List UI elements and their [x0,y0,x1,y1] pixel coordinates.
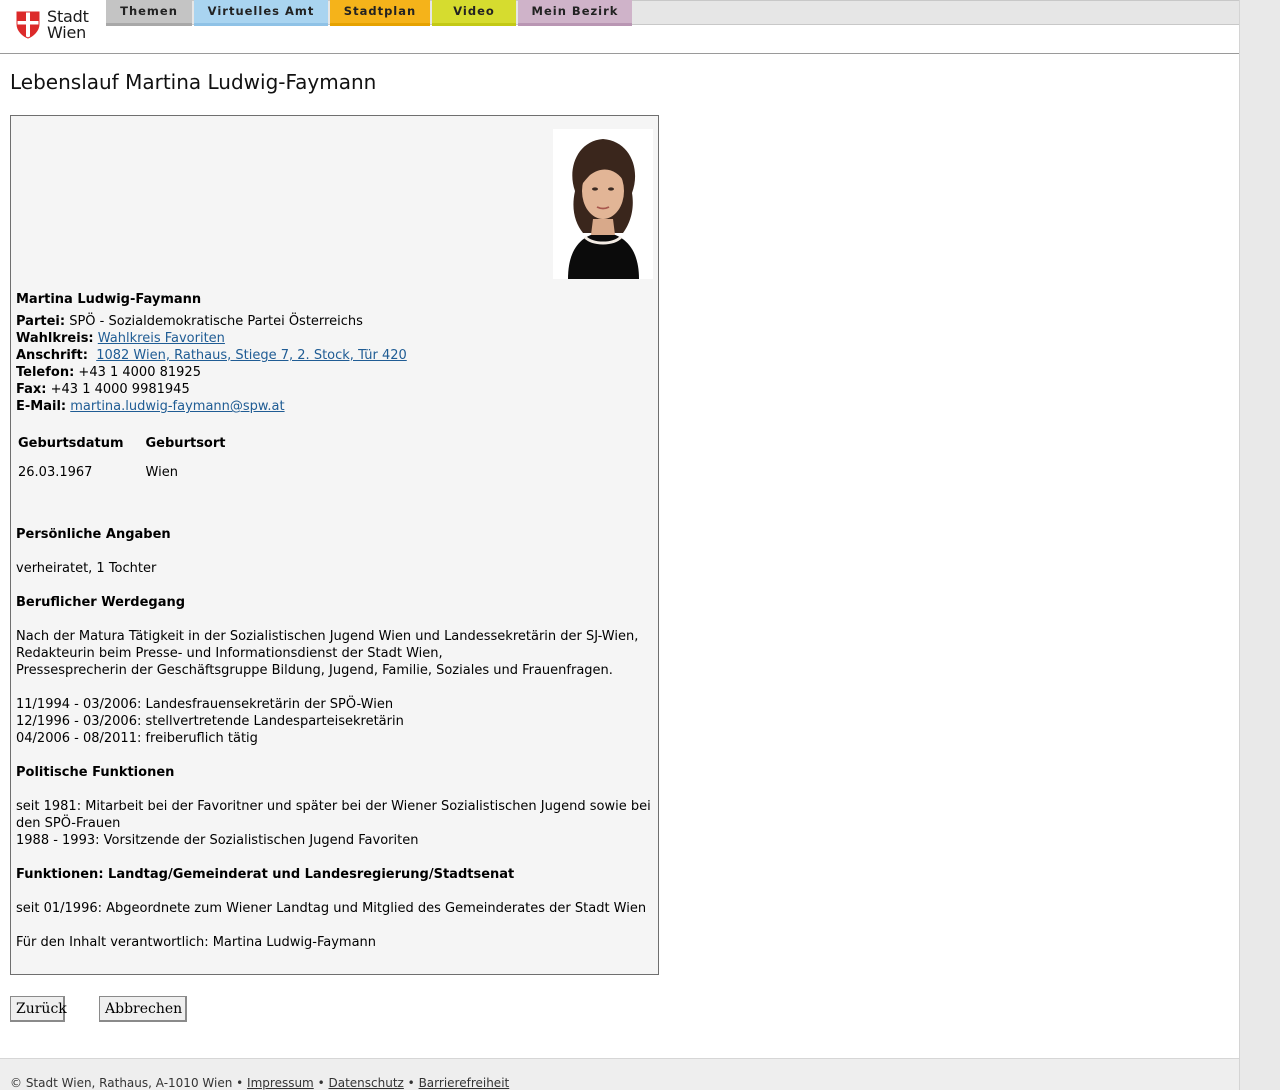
page-title: Lebenslauf Martina Ludwig-Faymann [10,70,377,94]
email-link[interactable]: martina.ludwig-faymann@spw.at [70,399,284,414]
section-title-career: Beruflicher Werdegang [16,595,186,610]
table-row: 26.03.1967 Wien [16,458,245,487]
email-row: E-Mail: martina.ludwig-faymann@spw.at [16,398,656,415]
party-row: Partei: SPÖ - Sozialdemokratische Partei… [16,313,656,330]
birth-date-header: Geburtsdatum [18,436,124,451]
footer-separator: • [236,1076,244,1090]
wien-shield-icon [16,11,40,39]
section-title-political: Politische Funktionen [16,765,175,780]
party-label: Partei: [16,314,66,329]
birth-table: Geburtsdatum Geburtsort 26.03.1967 Wien [16,429,245,487]
phone-label: Telefon: [16,365,75,380]
portrait-photo [553,129,653,279]
fax-value: +43 1 4000 9981945 [50,382,190,397]
birth-date-value: 26.03.1967 [18,465,93,480]
site-footer: © Stadt Wien, Rathaus, A-1010 Wien • Imp… [0,1058,1239,1090]
birth-table-header: Geburtsdatum Geburtsort [16,429,245,458]
back-button[interactable]: Zurück [10,996,67,1022]
district-label: Wahlkreis: [16,331,94,346]
fax-row: Fax: +43 1 4000 9981945 [16,381,656,398]
site-header: Stadt Wien Themen Virtuelles Amt Stadtpl… [0,0,1239,54]
tab-stadtplan[interactable]: Stadtplan [330,0,430,26]
logo-text: Stadt Wien [47,9,89,41]
footer-accessibility-link[interactable]: Barrierefreiheit [419,1076,510,1090]
profile-name: Martina Ludwig-Faymann [16,292,202,307]
email-label: E-Mail: [16,399,67,414]
footer-privacy-link[interactable]: Datenschutz [328,1076,403,1090]
birth-place-value: Wien [145,465,178,480]
fax-label: Fax: [16,382,47,397]
district-link[interactable]: Wahlkreis Favoriten [98,331,225,346]
logo-line-wien: Wien [47,23,87,42]
career-line: Redakteurin beim Presse- und Information… [16,646,443,661]
address-label: Anschrift: [16,348,88,363]
tab-themen[interactable]: Themen [106,0,192,26]
career-date-line: 04/2006 - 08/2011: freiberuflich tätig [16,731,258,746]
tab-mein-bezirk[interactable]: Mein Bezirk [518,0,632,26]
party-value: SPÖ - Sozialdemokratische Partei Österre… [69,314,363,329]
tab-virtuelles-amt[interactable]: Virtuelles Amt [194,0,328,26]
address-link[interactable]: 1082 Wien, Rathaus, Stiege 7, 2. Stock, … [96,348,407,363]
responsible-text: Für den Inhalt verantwortlich: Martina L… [16,935,377,950]
footer-imprint-link[interactable]: Impressum [247,1076,314,1090]
stadt-wien-logo[interactable]: Stadt Wien [16,9,96,43]
political-line: 1988 - 1993: Vorsitzende der Sozialistis… [16,833,419,848]
career-date-line: 11/1994 - 03/2006: Landesfrauensekretäri… [16,697,394,712]
tab-video[interactable]: Video [432,0,516,26]
footer-separator: • [407,1076,415,1090]
profile-content: Martina Ludwig-Faymann Partei: SPÖ - Soz… [16,291,656,951]
phone-value: +43 1 4000 81925 [78,365,201,380]
footer-line: © Stadt Wien, Rathaus, A-1010 Wien • Imp… [10,1076,509,1090]
section-title-functions: Funktionen: Landtag/Gemeinderat und Land… [16,867,515,882]
page: Stadt Wien Themen Virtuelles Amt Stadtpl… [0,0,1239,1090]
career-line: Pressesprecherin der Geschäftsgruppe Bil… [16,663,613,678]
phone-row: Telefon: +43 1 4000 81925 [16,364,656,381]
functions-text: seit 01/1996: Abgeordnete zum Wiener Lan… [16,901,647,916]
contact-details: Partei: SPÖ - Sozialdemokratische Partei… [16,313,656,415]
footer-separator: • [317,1076,325,1090]
scrollbar-gutter[interactable] [1239,0,1280,1090]
political-line: seit 1981: Mitarbeit bei der Favoritner … [16,799,651,831]
section-title-personal: Persönliche Angaben [16,527,171,542]
birth-place-header: Geburtsort [145,436,226,451]
address-row: Anschrift: 1082 Wien, Rathaus, Stiege 7,… [16,347,656,364]
personal-text: verheiratet, 1 Tochter [16,561,157,576]
career-date-line: 12/1996 - 03/2006: stellvertretende Land… [16,714,404,729]
cancel-button[interactable]: Abbrechen [99,996,187,1022]
main-navigation: Themen Virtuelles Amt Stadtplan Video Me… [106,0,634,26]
career-line: Nach der Matura Tätigkeit in der Soziali… [16,629,639,644]
footer-copyright: © Stadt Wien, Rathaus, A-1010 Wien [10,1076,233,1090]
profile-box: Martina Ludwig-Faymann Partei: SPÖ - Soz… [10,115,659,975]
district-row: Wahlkreis: Wahlkreis Favoriten [16,330,656,347]
portrait-illustration [553,129,653,279]
